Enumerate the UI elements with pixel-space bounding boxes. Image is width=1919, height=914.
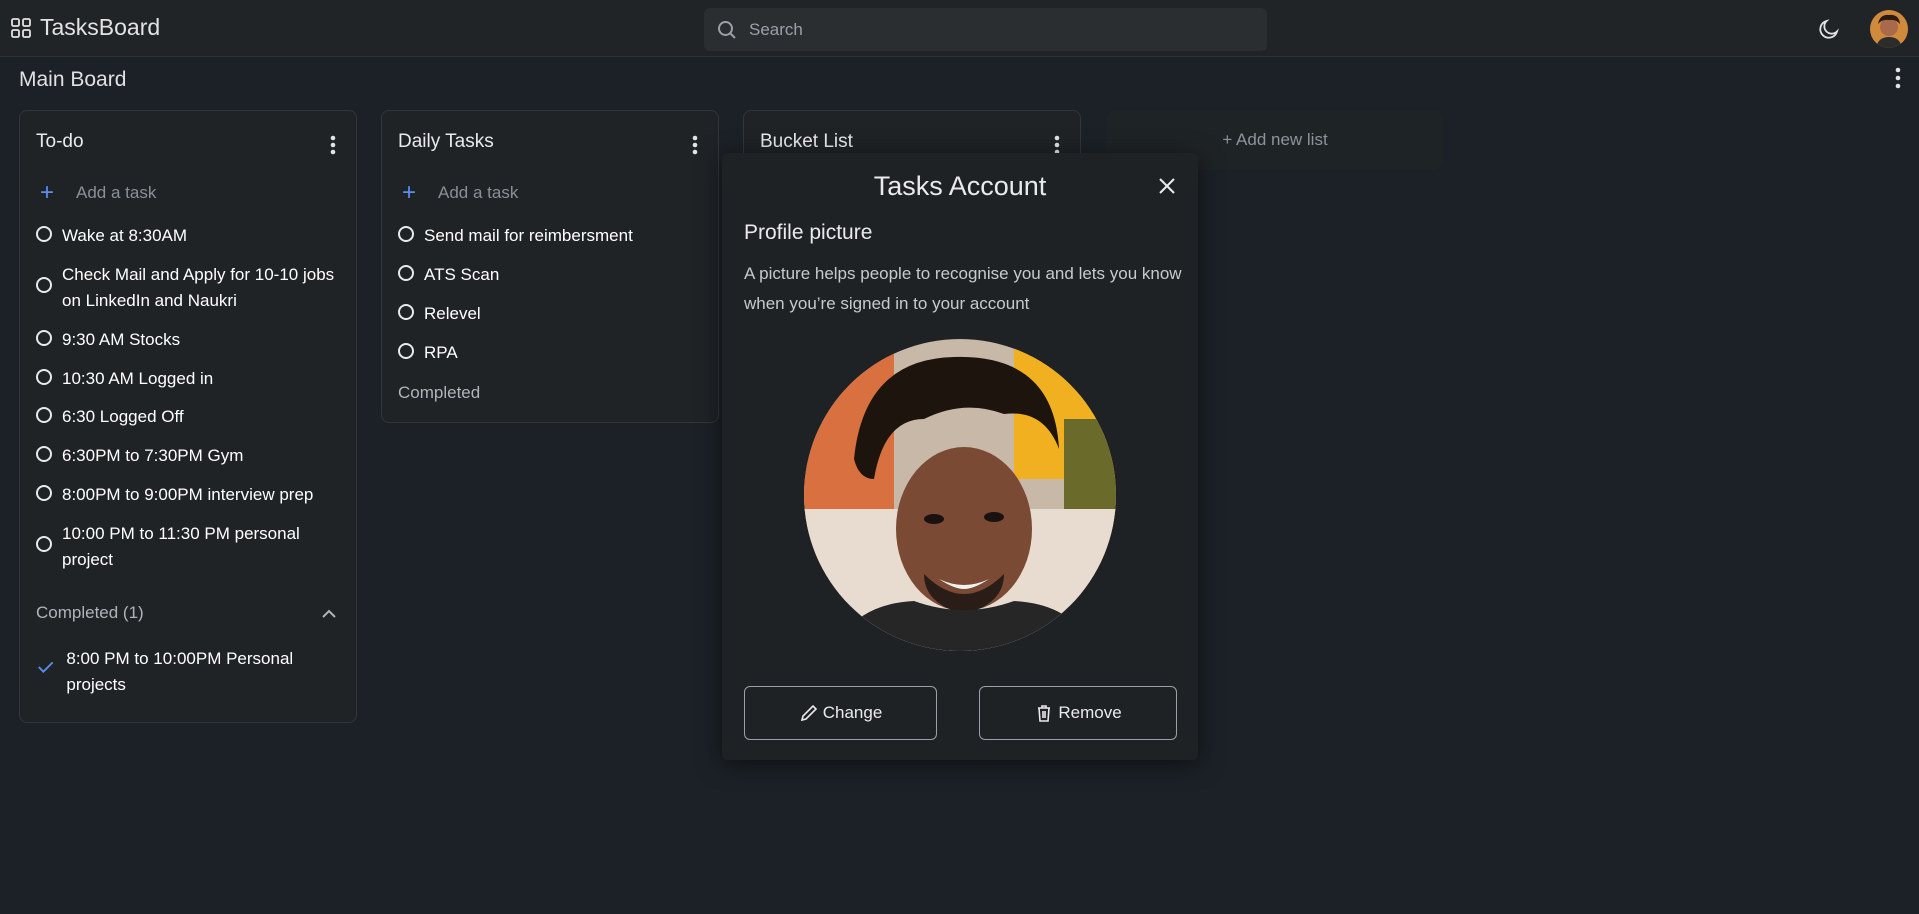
task-item[interactable]: 8:00PM to 9:00PM interview prep [36,482,313,508]
task-item[interactable]: Relevel [398,301,481,327]
task-text: Check Mail and Apply for 10-10 jobs on L… [62,265,335,310]
task-text: ATS Scan [424,265,500,284]
remove-label: Remove [1058,703,1122,722]
task-text: 8:00 PM to 10:00PM Personal projects [66,649,294,694]
task-checkbox[interactable] [398,265,414,281]
task-checkbox[interactable] [398,226,414,242]
task-text: Send mail for reimbersment [424,226,633,245]
task-item[interactable]: 6:30 Logged Off [36,404,184,430]
task-text: 8:00PM to 9:00PM interview prep [62,485,314,504]
task-checkbox[interactable] [36,485,52,501]
task-text: Wake at 8:30AM [62,226,188,245]
search-icon [718,20,736,39]
plus-icon: + [39,179,54,206]
list-title: To-do [36,131,84,152]
change-picture-button[interactable]: Change [744,686,937,740]
task-text: 9:30 AM Stocks [62,330,181,349]
chevron-up-icon[interactable] [320,605,338,623]
task-checkbox[interactable] [36,536,52,552]
list-title: Daily Tasks [398,131,494,152]
task-text: Relevel [424,304,481,323]
list-more-icon[interactable] [326,133,340,157]
remove-picture-button[interactable]: Remove [979,686,1177,740]
dialog-title: Tasks Account [873,171,1047,201]
add-task-label: Add a task [438,183,519,202]
add-task-button[interactable]: + Add a task [398,179,519,206]
app-title: TasksBoard [40,14,161,40]
task-text: 6:30PM to 7:30PM Gym [62,446,244,465]
check-icon[interactable] [36,658,56,676]
add-task-button[interactable]: + Add a task [36,179,157,206]
task-checkbox[interactable] [36,226,52,242]
list-daily-tasks: Daily Tasks + Add a task Send mail for r… [381,110,719,423]
close-icon[interactable] [1156,175,1178,197]
user-avatar[interactable] [1870,10,1908,48]
board-title: Main Board [19,68,127,91]
task-checkbox[interactable] [36,369,52,385]
completed-toggle[interactable]: Completed (1) [36,603,144,623]
list-todo: To-do + Add a task Wake at 8:30AM Check … [19,110,357,723]
task-item[interactable]: ATS Scan [398,262,499,288]
task-checkbox[interactable] [398,304,414,320]
task-item[interactable]: Wake at 8:30AM [36,223,187,249]
change-label: Change [822,703,883,722]
trash-icon [1038,705,1051,722]
task-item[interactable]: Send mail for reimbersment [398,223,633,249]
account-dialog: Tasks Account Profile picture A picture … [722,153,1198,760]
task-checkbox[interactable] [36,330,52,346]
task-text: RPA [424,343,458,362]
dialog-subtitle: Profile picture [744,221,873,244]
task-checkbox[interactable] [398,343,414,359]
task-text: 6:30 Logged Off [62,407,184,426]
profile-picture [804,339,1116,651]
add-task-label: Add a task [76,183,157,202]
list-title: Bucket List [760,131,853,152]
task-checkbox[interactable] [36,446,52,462]
task-item[interactable]: 6:30PM to 7:30PM Gym [36,443,243,469]
list-more-icon[interactable] [688,133,702,157]
task-item[interactable]: RPA [398,340,458,366]
moon-icon[interactable] [1817,17,1841,41]
apps-grid-icon[interactable] [10,17,32,39]
board-more-icon[interactable] [1891,64,1905,92]
search-input[interactable] [749,19,1229,40]
plus-icon: + [401,179,416,206]
task-text: 10:30 AM Logged in [62,369,214,388]
task-text: 10:00 PM to 11:30 PM personal project [62,524,300,569]
task-item[interactable]: Check Mail and Apply for 10-10 jobs on L… [36,262,336,314]
search-bar[interactable] [704,8,1267,51]
task-item[interactable]: 10:00 PM to 11:30 PM personal project [36,521,336,573]
top-bar: TasksBoard [0,0,1919,57]
task-checkbox[interactable] [36,407,52,423]
task-item[interactable]: 10:30 AM Logged in [36,366,213,392]
brand: TasksBoard [10,14,160,41]
pencil-icon [800,704,817,722]
completed-task-item[interactable]: 8:00 PM to 10:00PM Personal projects [36,646,336,698]
completed-toggle[interactable]: Completed [398,383,480,403]
task-item[interactable]: 9:30 AM Stocks [36,327,180,353]
task-checkbox[interactable] [36,277,52,293]
dialog-description: A picture helps people to recognise you … [744,264,1182,313]
